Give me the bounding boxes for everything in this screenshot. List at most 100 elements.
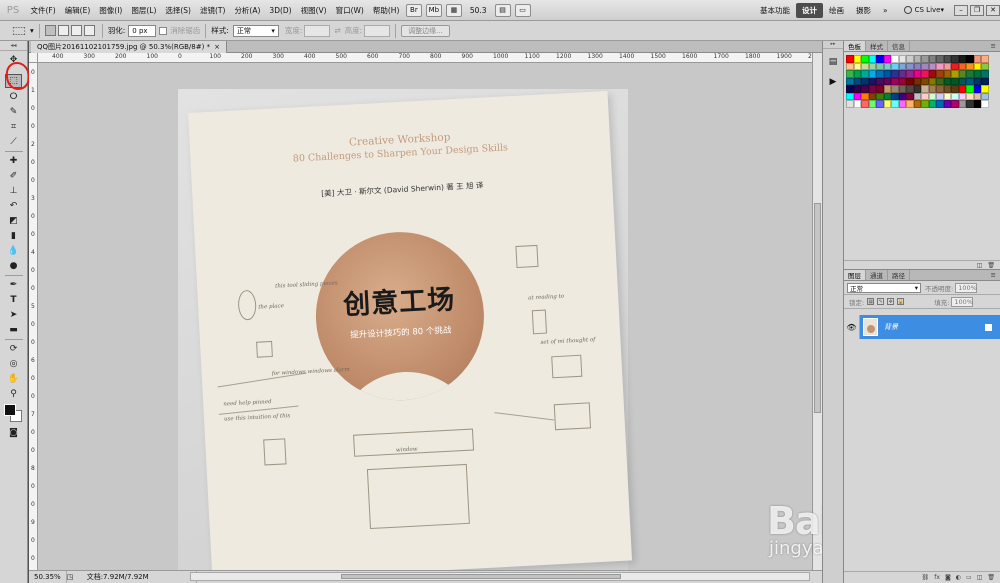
color-swatch[interactable] <box>853 70 861 78</box>
workspace-painting[interactable]: 绘画 <box>823 3 850 18</box>
layer-style-icon[interactable]: fx <box>934 574 940 581</box>
menu-item-select[interactable]: 选择(S) <box>161 5 196 16</box>
color-swatch[interactable] <box>958 92 966 100</box>
color-swatch[interactable] <box>928 62 936 70</box>
color-swatch[interactable] <box>973 62 981 70</box>
subtract-selection-icon[interactable] <box>70 25 82 36</box>
lock-all-icon[interactable]: 🔒 <box>897 298 905 305</box>
color-swatch[interactable] <box>966 85 974 93</box>
color-swatch[interactable] <box>943 70 951 78</box>
tab-info[interactable]: 信息 <box>888 41 910 51</box>
color-swatch[interactable] <box>913 92 921 100</box>
color-swatch[interactable] <box>943 92 951 100</box>
close-icon[interactable]: ✕ <box>986 4 1000 16</box>
color-swatch[interactable] <box>868 70 876 78</box>
blur-tool-icon[interactable]: 💧 <box>6 245 22 257</box>
restore-icon[interactable]: ❐ <box>970 4 984 16</box>
panel-menu-icon[interactable]: ≡ <box>987 41 1000 51</box>
dodge-tool-icon[interactable]: ● <box>6 260 22 272</box>
color-swatch[interactable] <box>906 100 914 108</box>
refine-edge-button[interactable]: 调整边缘... <box>401 24 450 37</box>
color-swatch[interactable] <box>868 77 876 85</box>
color-swatch[interactable] <box>906 85 914 93</box>
zoom-level[interactable]: 50.3 <box>464 6 493 15</box>
color-swatch[interactable] <box>921 92 929 100</box>
menu-item-analysis[interactable]: 分析(A) <box>230 5 265 16</box>
color-swatch[interactable] <box>921 77 929 85</box>
minimize-icon[interactable]: – <box>954 4 968 16</box>
eraser-tool-icon[interactable]: ◩ <box>6 215 22 227</box>
color-swatch[interactable] <box>966 77 974 85</box>
color-swatch[interactable] <box>906 62 914 70</box>
menu-item-file[interactable]: 文件(F) <box>26 5 60 16</box>
mini-bridge-icon[interactable]: Mb <box>425 3 442 17</box>
color-swatch[interactable] <box>958 77 966 85</box>
color-swatch[interactable] <box>898 62 906 70</box>
shape-tool-icon[interactable]: ▬ <box>6 324 22 336</box>
color-swatch[interactable] <box>876 70 884 78</box>
antialias-checkbox[interactable] <box>159 26 168 35</box>
menu-item-layer[interactable]: 图层(L) <box>127 5 161 16</box>
adjustment-layer-icon[interactable]: ◐ <box>956 574 961 581</box>
3d-rotate-tool-icon[interactable]: ⟳ <box>6 343 22 355</box>
color-swatches[interactable] <box>3 404 24 424</box>
marquee-preset-icon[interactable] <box>12 26 26 35</box>
color-swatch[interactable] <box>958 62 966 70</box>
color-swatch[interactable] <box>868 85 876 93</box>
path-selection-tool-icon[interactable]: ➤ <box>6 309 22 321</box>
menu-item-filter[interactable]: 滤镜(T) <box>196 5 230 16</box>
color-swatch[interactable] <box>936 70 944 78</box>
color-swatch[interactable] <box>936 85 944 93</box>
color-swatch[interactable] <box>846 92 854 100</box>
tab-styles[interactable]: 样式 <box>866 41 888 51</box>
color-swatch[interactable] <box>868 100 876 108</box>
color-swatch[interactable] <box>898 85 906 93</box>
new-swatch-icon[interactable]: ◫ <box>977 262 983 269</box>
color-swatch[interactable] <box>973 70 981 78</box>
arrange-documents-icon[interactable]: ▤ <box>494 3 511 17</box>
color-swatch[interactable] <box>921 62 929 70</box>
menu-item-help[interactable]: 帮助(H) <box>368 5 404 16</box>
zoom-tool-icon[interactable]: ⚲ <box>6 388 22 400</box>
add-selection-icon[interactable] <box>57 25 69 36</box>
color-swatch[interactable] <box>891 100 899 108</box>
color-swatch[interactable] <box>973 55 981 63</box>
document-image[interactable]: Creative Workshop 80 Challenges to Sharp… <box>178 89 633 570</box>
color-swatch[interactable] <box>868 62 876 70</box>
layer-selected[interactable]: 背景 <box>860 315 1000 339</box>
gradient-tool-icon[interactable]: ▮ <box>6 230 22 242</box>
color-swatch[interactable] <box>951 70 959 78</box>
scrollbar-thumb[interactable] <box>341 574 621 579</box>
color-swatch[interactable] <box>921 100 929 108</box>
lock-transparent-icon[interactable]: ▦ <box>867 298 875 305</box>
color-swatch[interactable] <box>876 77 884 85</box>
workspace-design[interactable]: 设计 <box>796 2 824 18</box>
color-swatch[interactable] <box>898 70 906 78</box>
style-select[interactable]: 正常 ▾ <box>232 24 279 37</box>
color-swatch[interactable] <box>876 100 884 108</box>
color-swatch[interactable] <box>936 77 944 85</box>
color-swatch[interactable] <box>883 62 891 70</box>
color-swatch[interactable] <box>861 92 869 100</box>
color-swatch[interactable] <box>846 70 854 78</box>
color-swatch[interactable] <box>846 85 854 93</box>
color-swatch[interactable] <box>913 77 921 85</box>
intersect-selection-icon[interactable] <box>83 25 95 36</box>
color-swatch[interactable] <box>943 100 951 108</box>
color-swatch[interactable] <box>981 70 989 78</box>
color-swatch[interactable] <box>846 62 854 70</box>
color-swatch[interactable] <box>951 100 959 108</box>
color-swatch[interactable] <box>951 62 959 70</box>
chevron-down-icon[interactable]: ▾ <box>30 26 34 35</box>
layer-row-background[interactable]: 👁 背景 <box>844 315 1000 339</box>
color-swatch[interactable] <box>928 100 936 108</box>
color-swatch[interactable] <box>943 77 951 85</box>
color-swatch[interactable] <box>861 62 869 70</box>
color-swatch[interactable] <box>853 85 861 93</box>
color-swatch[interactable] <box>973 100 981 108</box>
menu-item-window[interactable]: 窗口(W) <box>331 5 368 16</box>
trash-icon[interactable]: 🗑 <box>987 262 995 269</box>
panel-menu-icon[interactable]: ≡ <box>987 270 1000 280</box>
color-swatch[interactable] <box>906 55 914 63</box>
color-swatch[interactable] <box>936 100 944 108</box>
